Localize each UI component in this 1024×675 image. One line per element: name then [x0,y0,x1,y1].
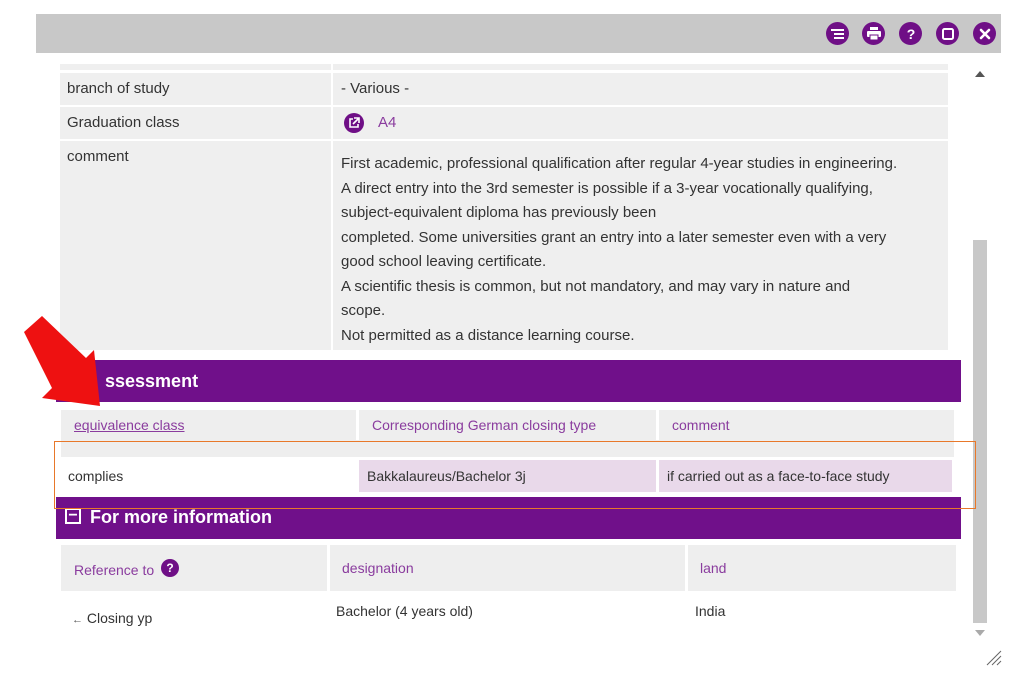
land-header: land [688,545,956,591]
german-closing-type-header: Corresponding German closing type [359,410,656,440]
assessment-header[interactable]: ssessment [56,360,961,402]
comment-label-text: comment [67,148,129,165]
german-closing-type-text: Bakkalaureus/Bachelor 3j [367,468,526,484]
graduation-link[interactable]: A4 [378,107,396,139]
assessment-comment-header: comment [659,410,954,440]
prev-row-value [333,64,948,70]
comment-text: First academic, professional qualificati… [333,141,941,348]
maximize-icon[interactable] [936,22,959,45]
dialog-content[interactable]: branch of study - Various - Graduation c… [36,53,1001,653]
graduation-value: A4 [333,107,948,139]
help-icon[interactable]: ? [161,559,179,577]
vertical-scrollbar[interactable] [971,63,989,643]
reference-label: Reference to [74,562,155,578]
collapse-icon[interactable]: − [65,508,81,524]
comment-line: subject-equivalent diploma has previousl… [341,204,657,221]
list-icon[interactable] [826,22,849,45]
designation-value: Bachelor (4 years old) [336,603,473,619]
print-icon[interactable] [862,22,885,45]
comment-line: First academic, professional qualificati… [341,155,898,172]
more-info-header[interactable]: − For more information [56,497,961,539]
svg-text:?: ? [906,27,915,41]
reference-text[interactable]: Closing yp [87,610,152,626]
graduation-label: Graduation class [60,107,331,139]
german-closing-type-value: Bakkalaureus/Bachelor 3j [359,460,656,492]
reference-header: Reference to ? [61,545,327,591]
assessment-title: ssessment [105,371,199,391]
assessment-comment-value: if carried out as a face-to-face study [659,460,952,492]
branch-value: - Various - [333,73,948,105]
scroll-up-icon[interactable] [975,71,985,77]
comment-line: Not permitted as a distance learning cou… [341,326,635,344]
comment-line: good school leaving certificate. [341,253,547,270]
graduation-label-text: Graduation class [67,114,180,131]
land-value: India [695,603,726,619]
annotation-arrow-icon [24,316,100,406]
more-info-title: For more information [90,507,273,527]
header-gap-row [61,440,954,457]
arrow-left-icon: ← [72,614,83,626]
external-link-icon[interactable] [344,113,364,133]
assessment-comment-text: if carried out as a face-to-face study [667,468,890,484]
comment-line: scope. [341,302,386,319]
designation-header: designation [330,545,685,591]
comment-line: A direct entry into the 3rd semester is … [341,179,873,197]
equivalence-class-link[interactable]: equivalence class [61,417,185,433]
help-icon[interactable]: ? [899,22,922,45]
scrollbar-thumb[interactable] [973,240,987,623]
equivalence-class-header[interactable]: equivalence class [61,410,356,440]
german-closing-type-label: Corresponding German closing type [372,417,597,433]
comment-value: First academic, professional qualificati… [333,141,948,350]
branch-label-text: branch of study [67,80,170,97]
prev-row-label [60,64,331,70]
scroll-down-icon[interactable] [975,630,985,636]
branch-value-text: - Various - [341,80,410,97]
designation-label: designation [342,560,414,576]
comment-line: completed. Some universities grant an en… [341,228,887,246]
equivalence-value: complies [68,468,124,484]
resize-grip-icon[interactable] [984,648,1002,666]
assessment-comment-label: comment [672,417,730,433]
window-titlebar: ? [36,14,1001,53]
land-label: land [700,560,727,576]
branch-label: branch of study [60,73,331,105]
close-icon[interactable] [973,22,996,45]
comment-line: A scientific thesis is common, but not m… [341,277,851,295]
reference-value[interactable]: ← Closing yp [72,606,152,630]
